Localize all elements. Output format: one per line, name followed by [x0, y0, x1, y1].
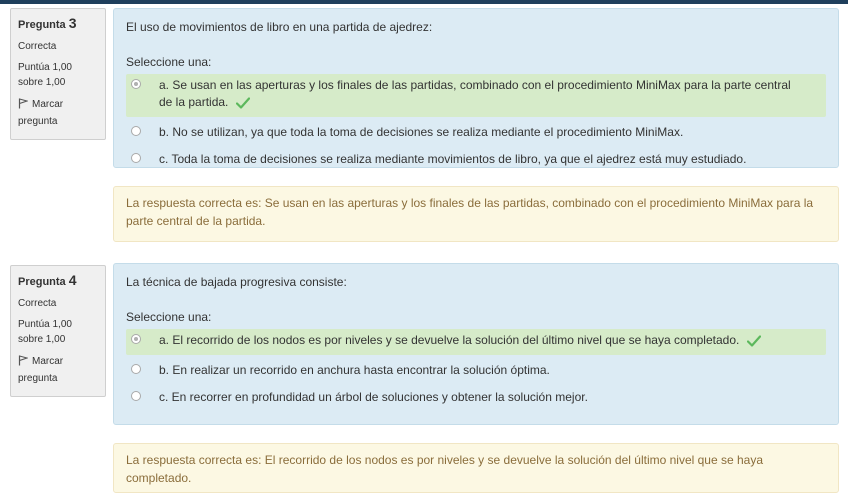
correct-answer-feedback-4: La respuesta correcta es: El recorrido d… — [113, 443, 839, 493]
question-grade: Puntúa 1,00 sobre 1,00 — [18, 62, 72, 88]
question-info-4: Pregunta 4 Correcta Puntúa 1,00 sobre 1,… — [10, 265, 106, 397]
answer-radio[interactable] — [131, 153, 141, 163]
question-state: Correcta — [18, 298, 57, 309]
answer-radio[interactable] — [131, 364, 141, 374]
answer-radio[interactable] — [131, 126, 141, 136]
question-title: Pregunta 3 — [18, 15, 77, 31]
answer-option-a[interactable]: a. El recorrido de los nodos es por nive… — [126, 329, 826, 355]
answer-option-b[interactable]: b. No se utilizan, ya que toda la toma d… — [126, 121, 826, 144]
correct-answer-feedback-3: La respuesta correcta es: Se usan en las… — [113, 186, 839, 242]
answer-label: b. En realizar un recorrido en anchura h… — [159, 363, 550, 377]
check-icon — [235, 97, 250, 114]
answer-label: c. Toda la toma de decisiones se realiza… — [159, 152, 747, 166]
question-text: El uso de movimientos de libro en una pa… — [126, 20, 433, 34]
answer-label: c. En recorrer en profundidad un árbol d… — [159, 390, 588, 404]
question-number: 3 — [68, 15, 77, 31]
answer-prompt: Seleccione una: — [126, 310, 212, 324]
feedback-text: La respuesta correcta es: El recorrido d… — [126, 453, 764, 485]
answer-prompt: Seleccione una: — [126, 55, 212, 69]
question-info-3: Pregunta 3 Correcta Puntúa 1,00 sobre 1,… — [10, 8, 106, 140]
question-content-3: El uso de movimientos de libro en una pa… — [113, 8, 839, 168]
answer-radio[interactable] — [131, 391, 141, 401]
answer-option-a[interactable]: a. Se usan en las aperturas y los finale… — [126, 74, 826, 117]
flag-icon — [18, 98, 29, 114]
question-content-4: La técnica de bajada progresiva consiste… — [113, 263, 839, 425]
flag-question-link[interactable]: Marcar pregunta — [18, 97, 98, 129]
question-grade: Puntúa 1,00 sobre 1,00 — [18, 319, 72, 345]
top-bar — [0, 0, 848, 4]
answer-radio[interactable] — [131, 334, 141, 344]
answer-label: a. Se usan en las aperturas y los finale… — [159, 78, 791, 109]
answer-radio[interactable] — [131, 79, 141, 89]
check-icon — [746, 335, 761, 352]
question-number: 4 — [68, 272, 77, 288]
answer-label: b. No se utilizan, ya que toda la toma d… — [159, 125, 684, 139]
answer-option-b[interactable]: b. En realizar un recorrido en anchura h… — [126, 359, 826, 382]
question-state: Correcta — [18, 41, 57, 52]
question-text: La técnica de bajada progresiva consiste… — [126, 275, 347, 289]
flag-question-link[interactable]: Marcar pregunta — [18, 354, 98, 386]
answer-option-c[interactable]: c. Toda la toma de decisiones se realiza… — [126, 148, 826, 171]
flag-icon — [18, 355, 29, 371]
question-title: Pregunta 4 — [18, 272, 77, 288]
answer-option-c[interactable]: c. En recorrer en profundidad un árbol d… — [126, 386, 826, 409]
answer-label: a. El recorrido de los nodos es por nive… — [159, 333, 740, 347]
feedback-text: La respuesta correcta es: Se usan en las… — [126, 196, 814, 228]
